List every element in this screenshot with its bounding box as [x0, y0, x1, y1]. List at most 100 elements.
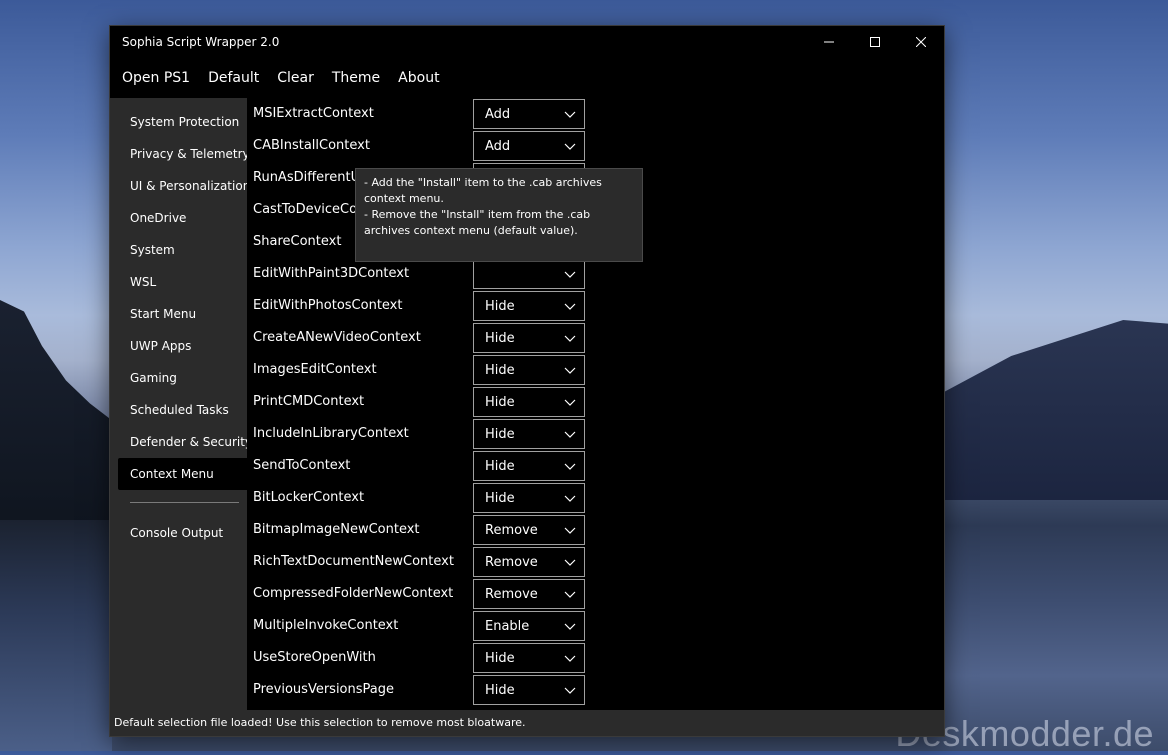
- menu-default[interactable]: Default: [196, 70, 259, 86]
- chevron-down-icon: [564, 399, 576, 406]
- setting-row: UseStoreOpenWith Hide: [247, 642, 647, 674]
- chevron-down-icon: [564, 623, 576, 630]
- close-icon: [916, 37, 926, 47]
- status-text: Default selection file loaded! Use this …: [114, 716, 526, 729]
- dropdown-value: Hide: [485, 331, 515, 346]
- dropdown-value: Add: [485, 107, 511, 122]
- chevron-down-icon: [564, 335, 576, 342]
- setting-label: CompressedFolderNewContext: [253, 586, 454, 601]
- dropdown-value: Add: [485, 139, 511, 154]
- sidebar-item-gaming[interactable]: Gaming: [110, 362, 247, 394]
- sidebar-item-context-menu[interactable]: Context Menu: [118, 458, 249, 490]
- setting-row: CABInstallContext Add: [247, 130, 647, 162]
- sidebar-item-privacy-telemetry[interactable]: Privacy & Telemetry: [110, 138, 250, 170]
- maximize-button[interactable]: [852, 26, 898, 58]
- minimize-button[interactable]: [806, 26, 852, 58]
- sidebar-item-system-protection[interactable]: System Protection: [110, 106, 247, 138]
- menu-theme[interactable]: Theme: [320, 70, 380, 86]
- chevron-down-icon: [564, 303, 576, 310]
- setting-dropdown[interactable]: Enable: [473, 611, 585, 641]
- sidebar-item-scheduled-tasks[interactable]: Scheduled Tasks: [110, 394, 247, 426]
- setting-label: SendToContext: [253, 458, 351, 473]
- menu-about[interactable]: About: [386, 70, 439, 86]
- setting-row: SendToContext Hide: [247, 450, 647, 482]
- setting-label: ImagesEditContext: [253, 362, 377, 377]
- setting-label: CABInstallContext: [253, 138, 370, 153]
- chevron-down-icon: [564, 495, 576, 502]
- tooltip-line-add: - Add the "Install" item to the .cab arc…: [364, 176, 602, 205]
- dropdown-value: Hide: [485, 459, 515, 474]
- setting-row: EditWithPaint3DContext: [247, 258, 647, 290]
- setting-label: UseStoreOpenWith: [253, 650, 376, 665]
- setting-row: CreateANewVideoContext Hide: [247, 322, 647, 354]
- sidebar-item-wsl[interactable]: WSL: [110, 266, 247, 298]
- setting-label: MSIExtractContext: [253, 106, 374, 121]
- setting-dropdown[interactable]: Hide: [473, 291, 585, 321]
- setting-dropdown[interactable]: Remove: [473, 515, 585, 545]
- setting-row: PreviousVersionsPage Hide: [247, 674, 647, 706]
- setting-dropdown[interactable]: Hide: [473, 643, 585, 673]
- dropdown-value: Hide: [485, 427, 515, 442]
- setting-label: BitLockerContext: [253, 490, 365, 505]
- chevron-down-icon: [564, 655, 576, 662]
- setting-dropdown[interactable]: Hide: [473, 419, 585, 449]
- setting-label: PrintCMDContext: [253, 394, 365, 409]
- dropdown-value: Remove: [485, 555, 538, 570]
- setting-row: PrintCMDContext Hide: [247, 386, 647, 418]
- sidebar-item-uwp-apps[interactable]: UWP Apps: [110, 330, 247, 362]
- desktop-hill-left: [0, 300, 120, 530]
- app-window: Sophia Script Wrapper 2.0 Open PS1 Defau…: [110, 26, 944, 736]
- setting-dropdown[interactable]: Hide: [473, 675, 585, 705]
- window-title: Sophia Script Wrapper 2.0: [122, 35, 280, 49]
- chevron-down-icon: [564, 271, 576, 278]
- dropdown-value: Hide: [485, 395, 515, 410]
- close-button[interactable]: [898, 26, 944, 58]
- sidebar: System Protection Privacy & Telemetry UI…: [110, 98, 252, 710]
- status-bar: Default selection file loaded! Use this …: [110, 710, 944, 736]
- setting-row: EditWithPhotosContext Hide: [247, 290, 647, 322]
- setting-label: CreateANewVideoContext: [253, 330, 421, 345]
- setting-dropdown[interactable]: Hide: [473, 355, 585, 385]
- chevron-down-icon: [564, 527, 576, 534]
- setting-dropdown[interactable]: Add: [473, 99, 585, 129]
- setting-dropdown[interactable]: Hide: [473, 483, 585, 513]
- dropdown-value: Remove: [485, 587, 538, 602]
- setting-label: ShareContext: [253, 234, 342, 249]
- chevron-down-icon: [564, 431, 576, 438]
- dropdown-value: Hide: [485, 651, 515, 666]
- sidebar-item-system[interactable]: System: [110, 234, 247, 266]
- sidebar-item-ui-personalization[interactable]: UI & Personalization: [110, 170, 250, 202]
- chevron-down-icon: [564, 559, 576, 566]
- setting-dropdown[interactable]: Hide: [473, 387, 585, 417]
- menu-clear[interactable]: Clear: [265, 70, 314, 86]
- sidebar-item-console-output[interactable]: Console Output: [110, 517, 247, 549]
- setting-row: CompressedFolderNewContext Remove: [247, 578, 647, 610]
- sidebar-divider: [130, 502, 239, 503]
- tooltip-line-remove: - Remove the "Install" item from the .ca…: [364, 208, 591, 237]
- setting-label: PreviousVersionsPage: [253, 682, 394, 697]
- chevron-down-icon: [564, 143, 576, 150]
- sidebar-item-start-menu[interactable]: Start Menu: [110, 298, 247, 330]
- setting-dropdown[interactable]: Add: [473, 131, 585, 161]
- setting-label: EditWithPhotosContext: [253, 298, 403, 313]
- chevron-down-icon: [564, 367, 576, 374]
- dropdown-value: Enable: [485, 619, 530, 634]
- dropdown-value: Hide: [485, 491, 515, 506]
- dropdown-value: Hide: [485, 363, 515, 378]
- setting-dropdown[interactable]: [473, 259, 585, 289]
- setting-dropdown[interactable]: Hide: [473, 451, 585, 481]
- desktop-water-left: [0, 520, 112, 751]
- desktop-hill-right: [944, 320, 1168, 500]
- menu-bar: Open PS1 Default Clear Theme About: [110, 58, 944, 98]
- chevron-down-icon: [564, 591, 576, 598]
- sidebar-item-onedrive[interactable]: OneDrive: [110, 202, 247, 234]
- setting-dropdown[interactable]: Hide: [473, 323, 585, 353]
- setting-label: CastToDeviceCor: [253, 202, 363, 217]
- chevron-down-icon: [564, 687, 576, 694]
- sidebar-item-defender-security[interactable]: Defender & Security: [110, 426, 252, 458]
- setting-dropdown[interactable]: Remove: [473, 579, 585, 609]
- setting-row: BitLockerContext Hide: [247, 482, 647, 514]
- setting-dropdown[interactable]: Remove: [473, 547, 585, 577]
- menu-open-ps1[interactable]: Open PS1: [110, 70, 190, 86]
- title-bar[interactable]: Sophia Script Wrapper 2.0: [110, 26, 944, 58]
